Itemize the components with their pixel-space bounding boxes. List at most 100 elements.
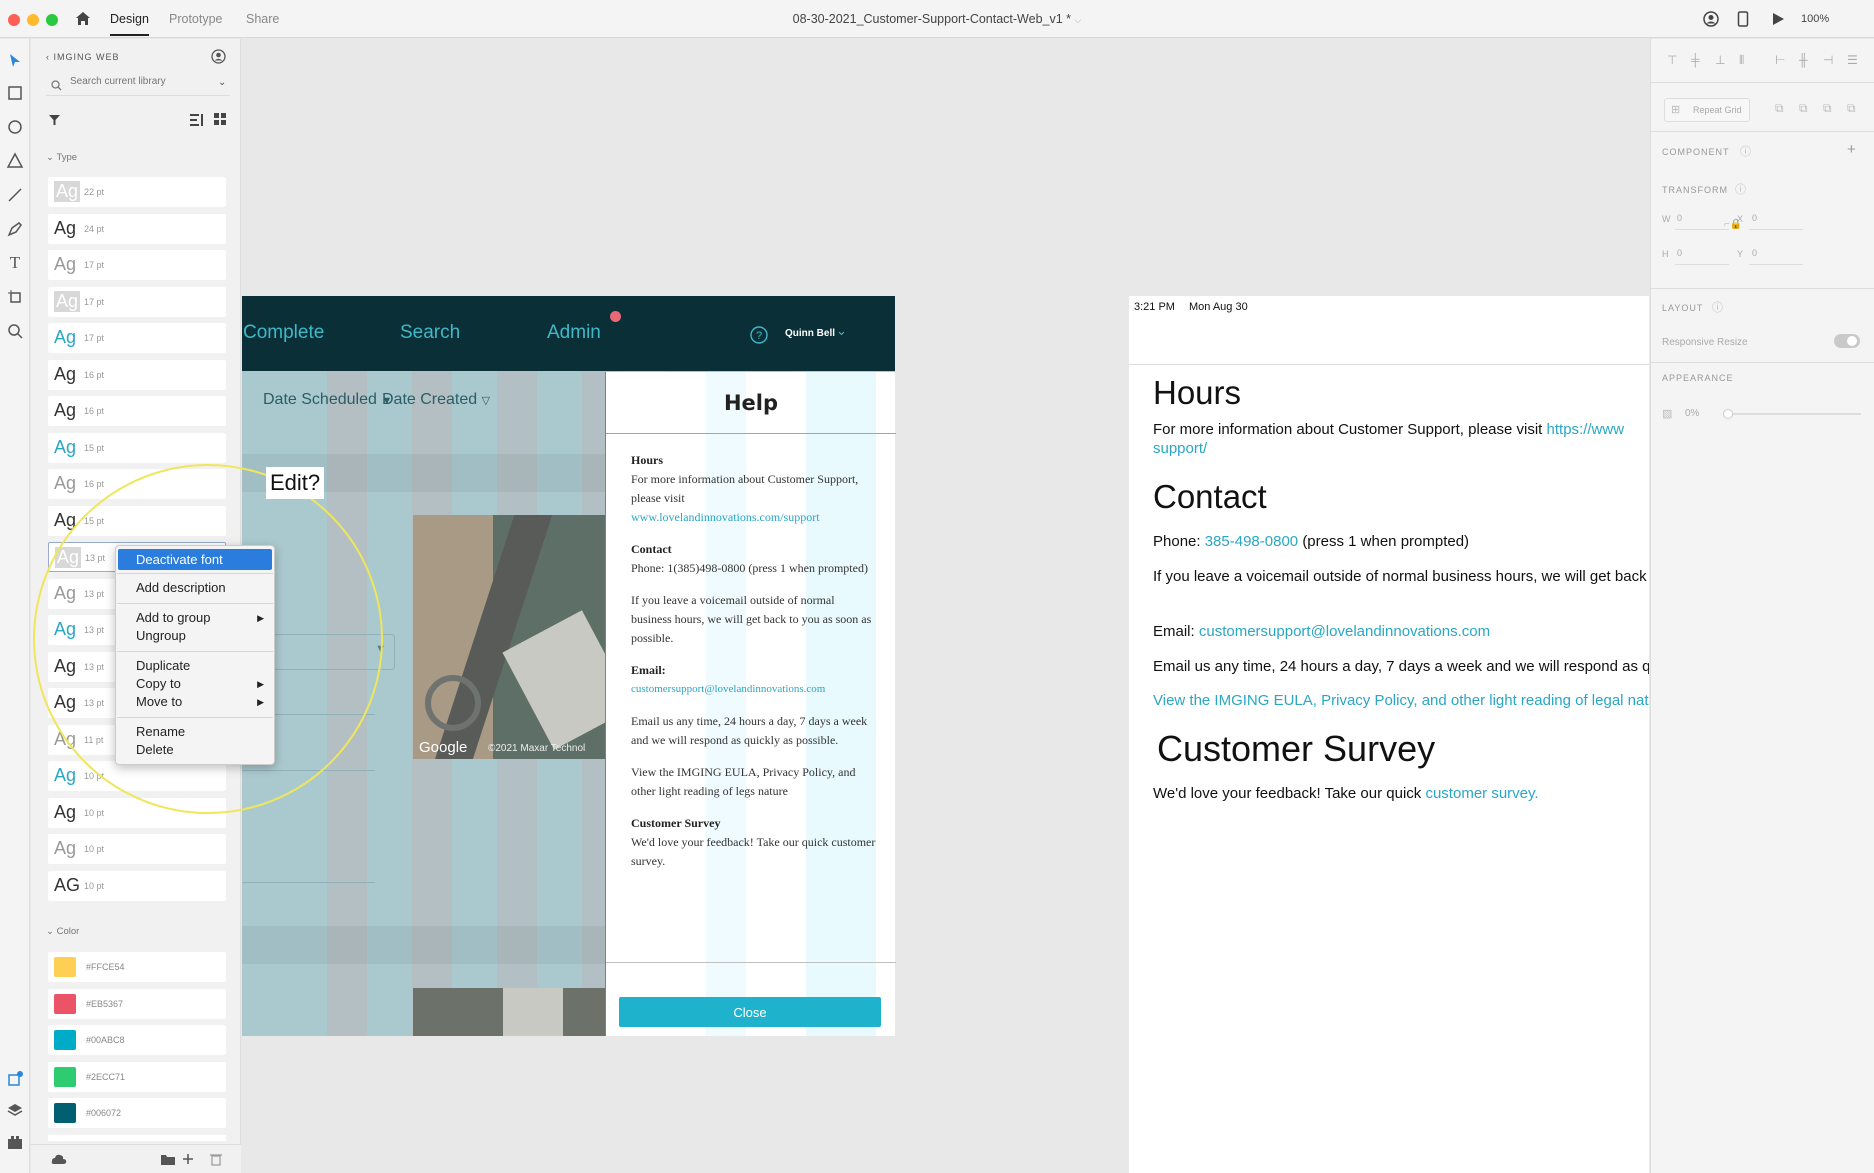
help-email-link[interactable]: customersupport@lovelandinnovations.com xyxy=(631,680,876,699)
menu-item-copy-to[interactable]: Copy to xyxy=(136,676,181,691)
add-icon[interactable] xyxy=(182,1153,196,1167)
info-icon[interactable]: ⓘ xyxy=(1740,143,1751,159)
nav-link-search[interactable]: Search xyxy=(400,322,460,344)
menu-item-duplicate[interactable]: Duplicate xyxy=(136,658,190,673)
ellipse-tool-icon[interactable] xyxy=(5,117,25,137)
type-style-item[interactable]: AG 10 pt xyxy=(48,870,226,901)
library-search-input[interactable] xyxy=(70,76,210,87)
help-survey-text[interactable]: We'd love your feedback! Take our quick … xyxy=(631,833,876,871)
artboard-tool-icon[interactable] xyxy=(5,287,25,307)
type-style-item[interactable]: Ag 17 pt xyxy=(48,286,226,317)
device-preview-icon[interactable] xyxy=(1737,11,1749,27)
document-title[interactable]: 08-30-2021_Customer-Support-Contact-Web_… xyxy=(650,12,1224,26)
line-tool-icon[interactable] xyxy=(5,185,25,205)
color-swatch-item[interactable]: #FFCE54 xyxy=(48,952,226,982)
opacity-slider-handle[interactable] xyxy=(1723,409,1733,419)
select-tool-icon[interactable] xyxy=(5,51,25,71)
align-left-icon[interactable]: ⊢ xyxy=(1775,53,1785,67)
type-style-item[interactable]: Ag 16 pt xyxy=(48,396,226,426)
grid-view-icon[interactable] xyxy=(214,113,227,126)
add-component-icon[interactable]: + xyxy=(1847,141,1856,158)
boolean-subtract-icon[interactable]: ⧉ xyxy=(1799,101,1808,116)
color-swatch-item[interactable]: #006072 xyxy=(48,1098,226,1128)
boolean-intersect-icon[interactable]: ⧉ xyxy=(1823,101,1832,116)
color-swatch-item[interactable]: #00ABC8 xyxy=(48,1025,226,1055)
zoom-tool-icon[interactable] xyxy=(5,321,25,341)
play-icon[interactable] xyxy=(1771,12,1785,26)
type-style-item[interactable]: Ag 17 pt xyxy=(48,323,226,353)
layers-panel-icon[interactable] xyxy=(5,1101,25,1121)
filter-date-created[interactable]: Date Created ▽ xyxy=(382,391,490,409)
type-style-item[interactable]: Ag 16 pt xyxy=(48,359,226,390)
distribute-vertical-icon[interactable]: ⦀ xyxy=(1739,53,1744,68)
align-right-icon[interactable]: ⊣ xyxy=(1823,53,1833,67)
menu-item-add-description[interactable]: Add description xyxy=(136,580,226,595)
boolean-add-icon[interactable]: ⧉ xyxy=(1775,101,1784,116)
library-user-icon[interactable] xyxy=(211,49,226,64)
opacity-slider[interactable] xyxy=(1723,409,1861,419)
help-support-link[interactable]: www.lovelandinnovations.com/support xyxy=(631,508,876,527)
chevron-down-icon[interactable]: ⌄ xyxy=(836,323,847,339)
x-field[interactable]: 0 xyxy=(1752,213,1757,223)
type-style-item[interactable]: Ag 15 pt xyxy=(48,432,226,463)
home-icon[interactable] xyxy=(75,11,91,26)
folder-icon[interactable] xyxy=(161,1154,175,1165)
ipad-survey-link[interactable]: customer survey. xyxy=(1425,785,1538,802)
pen-tool-icon[interactable] xyxy=(5,219,25,239)
align-center-icon[interactable]: ╫ xyxy=(1799,53,1808,67)
list-view-icon[interactable] xyxy=(190,113,204,126)
ipad-email-link[interactable]: customersupport@lovelandinnovations.com xyxy=(1199,623,1490,640)
type-style-item[interactable]: Ag 10 pt xyxy=(48,834,226,864)
user-account-icon[interactable] xyxy=(1703,11,1719,27)
filter-date-scheduled[interactable]: Date Scheduled ▼ xyxy=(263,391,392,409)
help-icon[interactable]: ? xyxy=(750,326,768,344)
boolean-exclude-icon[interactable]: ⧉ xyxy=(1847,101,1856,116)
ipad-support-link[interactable]: support/ xyxy=(1153,439,1649,458)
user-name[interactable]: Quinn Bell xyxy=(785,328,835,339)
type-style-item[interactable]: Ag 17 pt xyxy=(48,250,226,280)
info-icon[interactable]: ⓘ xyxy=(1735,181,1746,197)
color-section-toggle[interactable]: ⌄ Color xyxy=(46,926,79,937)
delete-icon[interactable] xyxy=(210,1153,222,1166)
polygon-tool-icon[interactable] xyxy=(5,151,25,171)
library-search[interactable]: ⌄ xyxy=(46,74,230,96)
ipad-eula-link[interactable]: View the IMGING EULA, Privacy Policy, an… xyxy=(1153,691,1649,710)
ipad-artboard[interactable]: 3:21 PM Mon Aug 30 Hours For more inform… xyxy=(1129,296,1649,1173)
repeat-grid-button[interactable]: ⊞ Repeat Grid xyxy=(1664,98,1750,122)
menu-item-add-to-group[interactable]: Add to group xyxy=(136,610,210,625)
info-icon[interactable]: ⓘ xyxy=(1712,299,1723,315)
align-bottom-icon[interactable]: ⊥ xyxy=(1715,53,1725,67)
menu-item-deactivate-font[interactable]: Deactivate font xyxy=(118,549,272,570)
nav-link-complete[interactable]: Complete xyxy=(243,322,324,344)
zoom-level[interactable]: 100% xyxy=(1801,13,1829,25)
chevron-down-icon[interactable]: ⌄ xyxy=(218,77,226,88)
tab-share[interactable]: Share xyxy=(246,12,279,26)
align-middle-icon[interactable]: ╪ xyxy=(1691,53,1700,67)
zoom-window-button[interactable] xyxy=(46,14,58,26)
text-tool-icon[interactable]: T xyxy=(5,253,25,273)
filter-icon[interactable] xyxy=(48,114,61,126)
nav-link-admin[interactable]: Admin xyxy=(547,322,601,344)
responsive-resize-toggle[interactable] xyxy=(1834,334,1860,348)
y-field[interactable]: 0 xyxy=(1752,248,1757,258)
menu-item-ungroup[interactable]: Ungroup xyxy=(136,628,186,643)
align-top-icon[interactable]: ⊤ xyxy=(1667,53,1677,67)
rectangle-tool-icon[interactable] xyxy=(5,83,25,103)
color-swatch-item[interactable]: #2ECC71 xyxy=(48,1061,226,1092)
menu-item-rename[interactable]: Rename xyxy=(136,724,185,739)
type-section-toggle[interactable]: ⌄ Type xyxy=(46,152,77,163)
assets-panel-icon[interactable] xyxy=(5,1069,25,1089)
menu-item-move-to[interactable]: Move to xyxy=(136,694,182,709)
width-field[interactable]: 0 xyxy=(1677,213,1682,223)
height-field[interactable]: 0 xyxy=(1677,248,1682,258)
type-style-item[interactable]: Ag 22 pt xyxy=(48,177,226,207)
help-close-button[interactable]: Close xyxy=(619,997,881,1027)
minimize-window-button[interactable] xyxy=(27,14,39,26)
tab-design[interactable]: Design xyxy=(110,12,149,36)
ipad-phone-link[interactable]: 385-498-0800 xyxy=(1205,533,1298,550)
cloud-icon[interactable] xyxy=(51,1154,67,1165)
color-swatch-item[interactable]: #EB5367 xyxy=(48,988,226,1019)
help-eula-text[interactable]: View the IMGING EULA, Privacy Policy, an… xyxy=(631,763,876,801)
tab-prototype[interactable]: Prototype xyxy=(169,12,223,26)
ipad-support-link[interactable]: https://www xyxy=(1547,421,1625,438)
